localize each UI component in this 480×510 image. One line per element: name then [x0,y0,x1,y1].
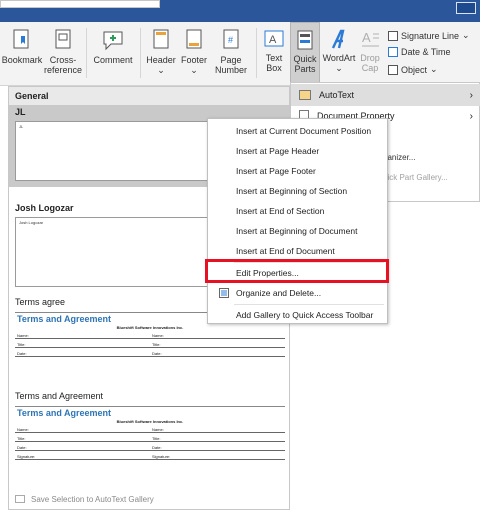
signature-line-icon [388,30,398,41]
autotext-context-menu: Insert at Current Document Position Inse… [207,118,388,324]
chevron-right-icon: › [469,89,473,101]
svg-text:A: A [362,30,371,45]
ribbon-divider [86,28,87,78]
text-box-icon: A [264,30,284,47]
add-gallery-to-quick-access-toolbar-item[interactable]: Add Gallery to Quick Access Toolbar [208,305,389,325]
window-control-button[interactable] [456,2,476,14]
organize-icon [219,288,229,298]
footer-button[interactable]: Footer ⌄ [178,22,210,84]
insert-at-beginning-of-section-item[interactable]: Insert at Beginning of Section [208,181,389,201]
insert-at-current-position-item[interactable]: Insert at Current Document Position [208,121,389,141]
gallery-entry-title: JL [15,107,26,117]
gallery-entry-terms-and-agreement[interactable]: Terms and Agreement Blueshift Software I… [15,406,285,460]
drop-cap-button[interactable]: A Drop Cap [357,22,383,84]
insert-ribbon: Bookmark Cross- reference Comment Header… [0,22,480,86]
autotext-menu-item[interactable]: AutoText › [291,84,480,106]
bookmark-button[interactable]: Bookmark [0,22,44,84]
signature-line-button[interactable]: Signature Line ⌄ [388,30,470,41]
save-selection-to-autotext-gallery[interactable]: Save Selection to AutoText Gallery [9,489,289,509]
svg-text:#: # [228,35,233,45]
organize-and-delete-item[interactable]: Organize and Delete... [208,283,389,303]
search-box[interactable] [0,0,160,8]
gallery-entry-title: Terms and Agreement [15,391,104,401]
comment-icon [103,31,123,51]
gallery-entry-jl[interactable]: JL [15,121,213,181]
drop-cap-icon: A [362,30,379,47]
bookmark-icon [13,29,29,49]
insert-at-end-of-document-item[interactable]: Insert at End of Document [208,241,389,261]
wordart-icon [331,29,345,49]
wordart-button[interactable]: WordArt ⌄ [321,22,357,84]
object-icon [388,64,398,75]
ribbon-divider [140,28,141,78]
autotext-icon [299,90,311,100]
title-bar [0,0,480,22]
calendar-icon [388,47,398,57]
comment-button[interactable]: Comment [90,22,136,84]
insert-at-page-footer-item[interactable]: Insert at Page Footer [208,161,389,181]
page-number-button[interactable]: # Page Number [210,22,252,84]
gallery-category-header: General [9,87,289,105]
save-selection-icon [15,495,25,503]
page-number-icon: # [223,29,239,49]
header-icon [153,29,169,49]
quick-parts-button[interactable]: Quick Parts [290,22,320,84]
cross-reference-icon [55,29,71,49]
gallery-entry-josh-logozar[interactable]: Josh Logozar [15,217,213,287]
insert-at-page-header-item[interactable]: Insert at Page Header [208,141,389,161]
header-button[interactable]: Header ⌄ [144,22,178,84]
chevron-right-icon: › [469,110,473,122]
cross-reference-button[interactable]: Cross- reference [44,22,82,84]
svg-text:A: A [269,34,277,46]
ribbon-divider [256,28,257,78]
quick-parts-icon [297,30,313,50]
date-time-button[interactable]: Date & Time [388,47,451,57]
object-button[interactable]: Object ⌄ [388,64,438,75]
insert-at-end-of-section-item[interactable]: Insert at End of Section [208,201,389,221]
highlight-box [205,259,389,283]
save-quick-part-item[interactable]: uick Part Gallery... [383,173,448,182]
text-box-button[interactable]: A Text Box [260,22,288,84]
footer-icon [186,29,202,49]
insert-at-beginning-of-document-item[interactable]: Insert at Beginning of Document [208,221,389,241]
